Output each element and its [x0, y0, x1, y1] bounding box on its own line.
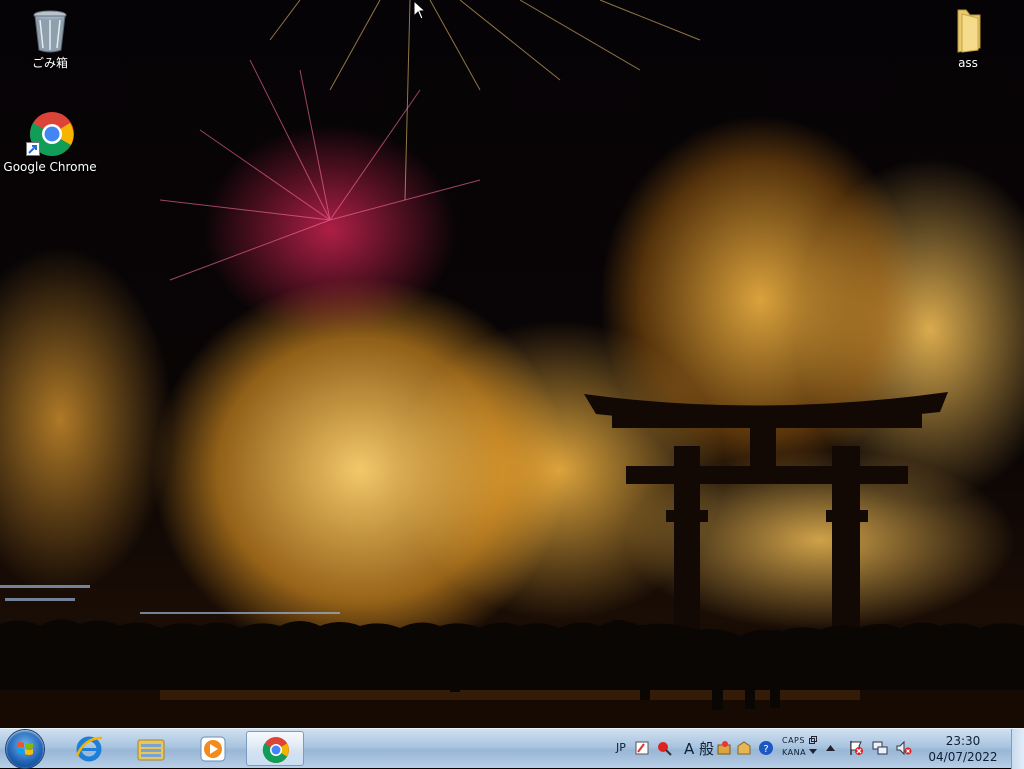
media-player-icon — [200, 736, 226, 762]
start-button[interactable] — [6, 730, 44, 768]
desktop-icon-label: ごみ箱 — [31, 56, 68, 70]
ime-pad-icon[interactable] — [634, 740, 650, 756]
file-explorer-icon — [137, 739, 165, 761]
taskbar-media-player[interactable] — [184, 731, 242, 766]
ime-settings-icon[interactable] — [716, 740, 732, 756]
shortcut-arrow-icon — [26, 142, 40, 156]
help-icon[interactable]: ? — [758, 740, 774, 756]
desktop-icon-google-chrome[interactable]: Google Chrome — [2, 110, 98, 174]
torii-gate — [584, 392, 948, 651]
show-desktop-button[interactable] — [1011, 729, 1024, 769]
pink-burst — [159, 59, 481, 281]
system-tray: JP A 般 ? CAPS KANA 23:30 04/07/2022 — [612, 729, 1024, 769]
firework-streaks — [269, 0, 701, 201]
chrome-icon — [262, 737, 289, 763]
mouse-cursor-icon — [413, 0, 427, 20]
desktop-icon-recycle-bin[interactable]: ごみ箱 — [2, 6, 98, 70]
taskbar-google-chrome[interactable] — [246, 731, 304, 766]
chrome-icon — [26, 110, 74, 158]
ime-dictionary-icon[interactable] — [736, 740, 752, 756]
action-center-icon[interactable] — [848, 740, 864, 756]
fireworks-torii-scene — [0, 0, 1024, 728]
taskbar: JP A 般 ? CAPS KANA 23:30 04/07/2022 — [0, 728, 1024, 769]
kana-indicator: KANA — [782, 748, 807, 757]
svg-text:?: ? — [763, 744, 768, 755]
desktop-icon-folder-ass[interactable]: ass — [920, 6, 1016, 70]
clock[interactable]: 23:30 04/07/2022 — [926, 733, 1000, 765]
volume-muted-icon[interactable] — [896, 740, 912, 756]
desktop-icon-label: ass — [958, 56, 978, 70]
desktop-wallpaper — [0, 0, 1024, 728]
windows-start-icon — [17, 742, 33, 755]
clock-time: 23:30 — [945, 734, 981, 748]
taskbar-file-explorer[interactable] — [122, 731, 180, 766]
ime-tool-icon[interactable] — [656, 740, 672, 756]
crowd-silhouette — [0, 619, 1024, 690]
ime-options-chevron-icon[interactable] — [809, 749, 817, 755]
city-lights — [0, 585, 340, 614]
show-hidden-icons-chevron-icon[interactable] — [826, 745, 835, 751]
network-icon[interactable] — [872, 740, 888, 756]
recycle-bin-icon — [26, 6, 74, 54]
clock-date: 04/07/2022 — [928, 750, 998, 764]
internet-explorer-icon — [75, 736, 103, 762]
taskbar-internet-explorer[interactable] — [60, 731, 118, 766]
ime-restore-icon[interactable] — [809, 736, 817, 744]
folder-icon — [944, 6, 992, 54]
desktop-icon-label: Google Chrome — [3, 160, 97, 174]
caps-indicator: CAPS — [782, 736, 805, 745]
ime-mode-indicator[interactable]: A 般 — [684, 738, 714, 759]
language-indicator[interactable]: JP — [616, 741, 626, 754]
